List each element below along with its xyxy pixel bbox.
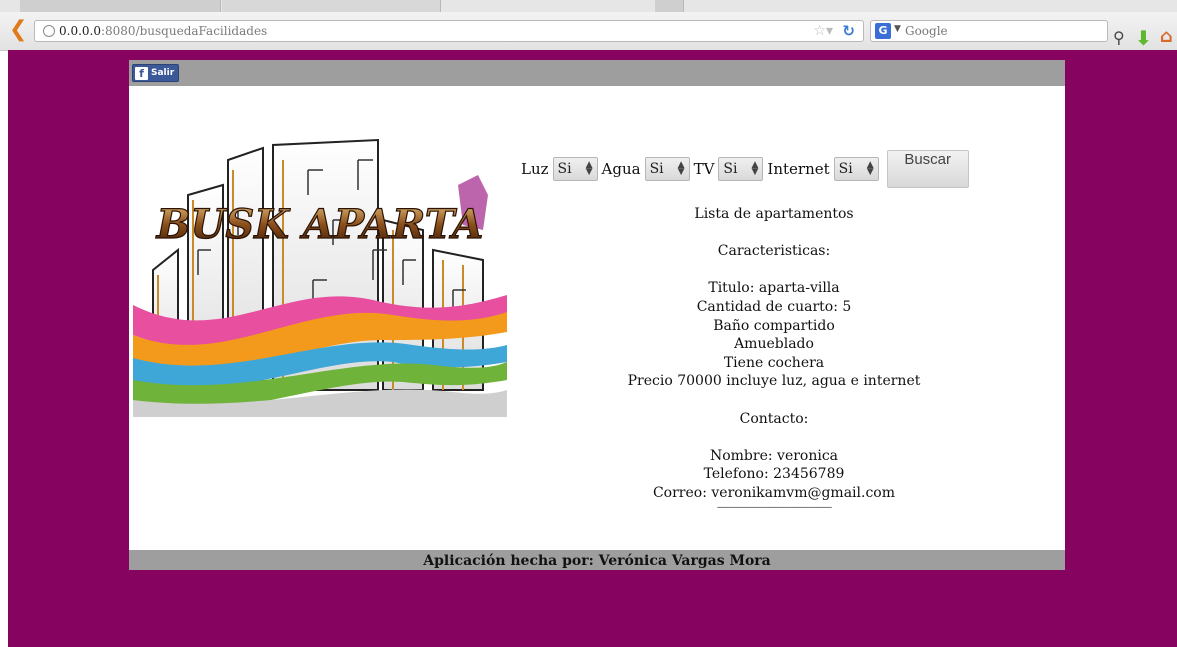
contact-email: Correo: veronikamvm@gmail.com	[652, 484, 896, 501]
contact-phone: Telefono: 23456789	[703, 466, 845, 483]
chevron-down-icon[interactable]: ▼	[894, 24, 901, 34]
listing-bathroom: Baño compartido	[713, 317, 835, 334]
content-container: f Salir BUSK APARTA Luz Si ▲ ▼ Agua Si ▲…	[129, 60, 1065, 570]
search-engine-label: Google	[905, 24, 948, 38]
home-icon[interactable]: ⌂	[1160, 26, 1173, 47]
logout-label: Salir	[151, 68, 175, 78]
search-engine-icon[interactable]: G	[875, 23, 891, 39]
select-arrows-icon: ▲ ▼	[866, 160, 874, 177]
site-globe-icon	[43, 25, 55, 37]
listing-price: Precio 70000 incluye luz, agua e interne…	[627, 373, 921, 390]
page-background: f Salir BUSK APARTA Luz Si ▲ ▼ Agua Si ▲…	[8, 50, 1177, 647]
select-arrows-icon: ▲ ▼	[677, 160, 685, 177]
back-arrow-icon[interactable]: ❮	[9, 19, 27, 41]
features-heading: Caracteristicas:	[717, 243, 831, 260]
magnifier-search-icon[interactable]: ⚲	[1113, 28, 1125, 47]
facebook-icon: f	[135, 66, 148, 80]
tv-select[interactable]: Si ▲ ▼	[718, 157, 764, 181]
agua-select[interactable]: Si ▲ ▼	[644, 157, 690, 181]
top-bar: f Salir	[129, 60, 1065, 86]
agua-label: Agua	[601, 160, 641, 178]
internet-select[interactable]: Si ▲ ▼	[833, 157, 879, 181]
select-arrows-icon: ▲ ▼	[585, 160, 593, 177]
listing-separator: ----------------------------------------…	[716, 502, 832, 513]
contact-name: Nombre: veronica	[709, 447, 839, 464]
browser-tab[interactable]	[20, 0, 221, 12]
listing-rooms: Cantidad de cuarto: 5	[696, 298, 852, 315]
address-url: 0.0.0.0:8080/busquedaFacilidades	[59, 24, 268, 38]
apartment-listing: Lista de apartamentos Caracteristicas: T…	[599, 205, 949, 513]
browser-toolbar: ❮ 0.0.0.0:8080/busquedaFacilidades ☆▾ ↻ …	[0, 12, 1177, 51]
luz-label: Luz	[521, 160, 549, 178]
browser-tab[interactable]	[655, 0, 684, 12]
facebook-logout-button[interactable]: f Salir	[132, 64, 180, 82]
busk-aparta-logo: BUSK APARTA	[133, 138, 507, 417]
download-arrow-icon[interactable]: ⬇	[1135, 26, 1152, 50]
tv-label: TV	[693, 160, 715, 178]
contact-heading: Contacto:	[739, 410, 809, 427]
footer-credit: Aplicación hecha por: Verónica Vargas Mo…	[129, 550, 1065, 570]
address-bar[interactable]: 0.0.0.0:8080/busquedaFacilidades ☆▾ ↻	[34, 20, 864, 42]
listing-title: Titulo: aparta-villa	[708, 280, 840, 297]
luz-select[interactable]: Si ▲ ▼	[552, 157, 598, 181]
select-arrows-icon: ▲ ▼	[751, 160, 759, 177]
reload-icon[interactable]: ↻	[842, 22, 855, 40]
search-button[interactable]: Buscar	[886, 150, 969, 188]
listing-garage: Tiene cochera	[723, 354, 825, 371]
internet-label: Internet	[767, 160, 830, 178]
filter-bar: Luz Si ▲ ▼ Agua Si ▲ ▼ TV Si ▲ ▼ Internet Si ▲ ▼…	[521, 150, 969, 188]
listing-heading: Lista de apartamentos	[694, 206, 854, 222]
browser-tab-strip	[0, 0, 1177, 12]
browser-tab[interactable]	[222, 0, 441, 12]
search-bar[interactable]: G ▼ Google	[870, 20, 1108, 42]
logo-text: BUSK APARTA	[156, 201, 484, 248]
bookmark-star-icon[interactable]: ☆▾	[813, 23, 833, 39]
listing-furnished: Amueblado	[734, 336, 814, 353]
